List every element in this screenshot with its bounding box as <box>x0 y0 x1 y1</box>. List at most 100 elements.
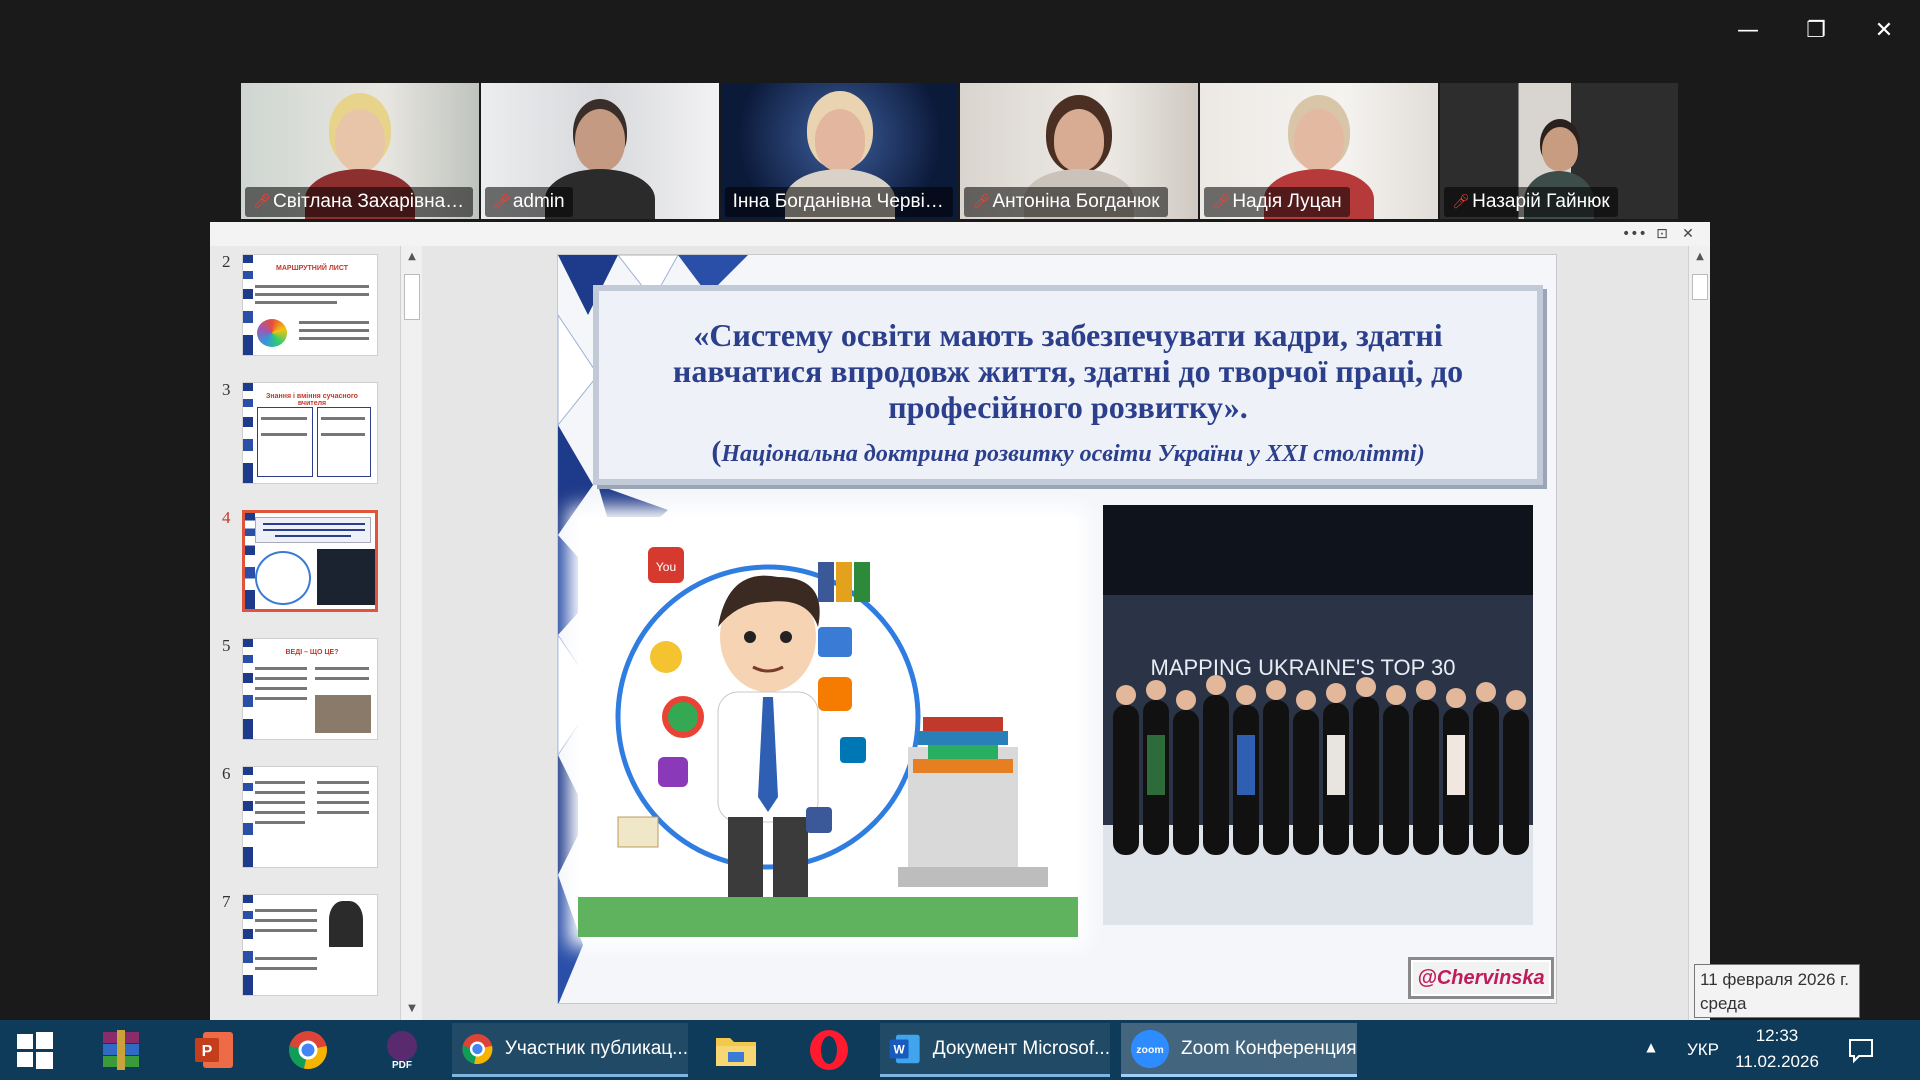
participant-name-bar: 🎤︎ Антоніна Богданюк <box>964 187 1168 217</box>
slide-source-text: Національна доктрина розвитку освіти Укр… <box>721 441 1425 467</box>
participant-name: Інна Богданівна Червінс... <box>732 191 945 212</box>
scroll-thumb[interactable] <box>1692 274 1708 300</box>
participant-name: Світлана Захарівна Р... <box>273 191 465 212</box>
muted-mic-icon: 🎤︎ <box>253 194 271 210</box>
slide-source: (Національна доктрина розвитку освіти Ук… <box>619 435 1517 469</box>
slide-title-box: «Систему освіти мають забезпечувати кадр… <box>593 285 1543 485</box>
slide-quote: «Систему освіти мають забезпечувати кадр… <box>672 317 1464 425</box>
slide-thumbnail-title: МАРШРУТНИЙ ЛИСТ <box>276 265 348 272</box>
participant-tile-active-speaker[interactable]: Інна Богданівна Червінс... <box>720 83 959 219</box>
chrome-icon <box>289 1031 327 1070</box>
participant-tile[interactable]: 🎤︎ Надія Луцан <box>1200 83 1439 219</box>
start-button[interactable] <box>0 1023 70 1077</box>
slide-thumbnail-title: ВЕДІ – ЩО ЦЕ? <box>285 649 339 656</box>
windows-taskbar: P PDF Участник публикац... W Документ Mi… <box>0 1020 1920 1080</box>
slide-thumbnail[interactable] <box>242 894 378 996</box>
minimize-button[interactable]: — <box>1718 14 1778 48</box>
word-icon: W <box>889 1034 920 1063</box>
clock-time[interactable]: 12:33 <box>1732 1026 1822 1046</box>
participant-name-bar: 🎤︎ admin <box>484 187 573 217</box>
restore-button[interactable]: ❐ <box>1786 14 1846 48</box>
participant-video-strip: 🎤︎ Світлана Захарівна Р... 🎤︎ admin Інна <box>241 83 1678 219</box>
slide-thumbnail-row[interactable]: 5 ВЕДІ – ЩО ЦЕ? <box>210 636 390 746</box>
svg-text:You: You <box>656 560 676 574</box>
slide-thumbnail-selected[interactable] <box>242 510 378 612</box>
participant-name-bar: Інна Богданівна Червінс... <box>724 187 953 217</box>
participant-name-bar: 🎤︎ Надія Луцан <box>1204 187 1350 217</box>
notification-center-button[interactable] <box>1836 1023 1886 1077</box>
winrar-icon <box>103 1030 139 1070</box>
opera-taskbar-button[interactable] <box>800 1023 858 1077</box>
slide-number: 3 <box>222 380 231 399</box>
participant-tile[interactable]: 🎤︎ Назарій Гайнюк <box>1440 83 1678 219</box>
chrome-icon <box>462 1033 493 1064</box>
share-toolbar: ••• ⊡ ✕ <box>210 222 1710 246</box>
slide-source-paren: ( <box>711 435 722 468</box>
windows-logo-icon <box>17 1032 53 1069</box>
slide-thumbnail-row[interactable]: 3 Знання і вміння сучасного вчителя <box>210 380 390 490</box>
winrar-taskbar-button[interactable] <box>92 1023 150 1077</box>
participant-tile[interactable]: 🎤︎ Антоніна Богданюк <box>960 83 1199 219</box>
slide-thumbnail[interactable] <box>242 766 378 868</box>
slide-thumbnail-title: Знання і вміння сучасного вчителя <box>266 393 358 407</box>
slide-thumbnail[interactable]: ВЕДІ – ЩО ЦЕ? <box>242 638 378 740</box>
shared-screen: ••• ⊡ ✕ 2 МАРШРУТНИЙ ЛИСТ 3 Знання і вмі… <box>210 222 1710 1020</box>
scroll-up-icon[interactable]: ▲ <box>401 248 423 266</box>
show-hidden-icons-chevron-icon[interactable]: ▲ <box>1636 1040 1666 1054</box>
scroll-thumb[interactable] <box>404 274 420 320</box>
slide-number: 7 <box>222 892 231 911</box>
conference-photo: MAPPING UKRAINE'S TOP 30 <box>1103 505 1533 925</box>
clock-date[interactable]: 11.02.2026 <box>1732 1052 1822 1072</box>
slide-thumbnail-row[interactable]: 7 <box>210 892 390 1002</box>
current-slide: «Систему освіти мають забезпечувати кадр… <box>557 254 1557 1004</box>
word-taskbar-button[interactable]: W Документ Microsof... <box>880 1023 1110 1077</box>
input-language-indicator[interactable]: УКР <box>1678 1040 1728 1060</box>
slide-thumbnail-row[interactable]: 2 МАРШРУТНИЙ ЛИСТ <box>210 252 390 362</box>
zoom-meeting-window: — ❐ ✕ 🎤︎ Світлана Захарівна Р... 🎤︎ admi… <box>0 0 1920 1080</box>
slide-scrollbar[interactable]: ▲ ▼ <box>1688 246 1710 1020</box>
participant-name-bar: 🎤︎ Світлана Захарівна Р... <box>245 187 473 217</box>
more-options-icon[interactable]: ••• <box>1622 224 1647 244</box>
svg-text:P: P <box>202 1043 213 1060</box>
teacher-illustration: You <box>578 517 1078 937</box>
zoom-task-label: Zoom Конференция <box>1181 1037 1357 1059</box>
slide-thumbnail[interactable]: МАРШРУТНИЙ ЛИСТ <box>242 254 378 356</box>
close-share-icon[interactable]: ✕ <box>1676 224 1700 244</box>
svg-text:zoom: zoom <box>1136 1043 1163 1055</box>
participant-name: admin <box>512 191 565 212</box>
participant-name: Назарій Гайнюк <box>1472 191 1610 212</box>
slide-number: 6 <box>222 764 231 783</box>
chrome-profile-taskbar-button[interactable] <box>279 1023 337 1077</box>
zoom-icon: zoom <box>1130 1029 1170 1068</box>
pdf-label: PDF <box>392 1060 412 1071</box>
slide-thumbnail-row-current[interactable]: 4 <box>210 508 390 618</box>
file-explorer-taskbar-button[interactable] <box>707 1023 765 1077</box>
chrome-task-label: Участник публикац... <box>504 1037 688 1059</box>
slide-number: 5 <box>222 636 231 655</box>
participant-name-bar: 🎤︎ Назарій Гайнюк <box>1444 187 1618 217</box>
photo-banner-text: MAPPING UKRAINE'S TOP 30 <box>1151 655 1456 680</box>
participant-tile[interactable]: 🎤︎ admin <box>480 83 719 219</box>
muted-mic-icon: 🎤︎ <box>492 194 511 210</box>
muted-mic-icon: 🎤︎ <box>972 194 991 210</box>
scroll-down-icon[interactable]: ▼ <box>401 1000 423 1018</box>
svg-text:W: W <box>893 1042 905 1056</box>
slide-thumbnail-row[interactable]: 6 <box>210 764 390 874</box>
scroll-up-icon[interactable]: ▲ <box>1689 248 1711 266</box>
muted-mic-icon: 🎤︎ <box>1452 194 1470 210</box>
slide-number: 4 <box>222 508 231 527</box>
thumbnail-scrollbar[interactable]: ▲ ▼ <box>400 246 422 1020</box>
powerpoint-taskbar-button[interactable]: P <box>186 1023 244 1077</box>
slide-thumbnail-pane: 2 МАРШРУТНИЙ ЛИСТ 3 Знання і вміння суча… <box>210 246 422 1020</box>
close-window-button[interactable]: ✕ <box>1854 14 1914 48</box>
pdf-taskbar-button[interactable]: PDF <box>373 1023 431 1077</box>
pin-icon[interactable]: ⊡ <box>1650 224 1674 244</box>
participant-name: Антоніна Богданюк <box>992 191 1160 212</box>
participant-tile[interactable]: 🎤︎ Світлана Захарівна Р... <box>241 83 479 219</box>
slide-thumbnail[interactable]: Знання і вміння сучасного вчителя <box>242 382 378 484</box>
author-watermark: @Chervinska <box>1408 957 1554 999</box>
notification-icon <box>1849 1039 1873 1064</box>
participant-name: Надія Луцан <box>1232 191 1342 212</box>
chrome-taskbar-button[interactable]: Участник публикац... <box>452 1023 688 1077</box>
zoom-taskbar-button[interactable]: zoom Zoom Конференция <box>1121 1023 1357 1077</box>
